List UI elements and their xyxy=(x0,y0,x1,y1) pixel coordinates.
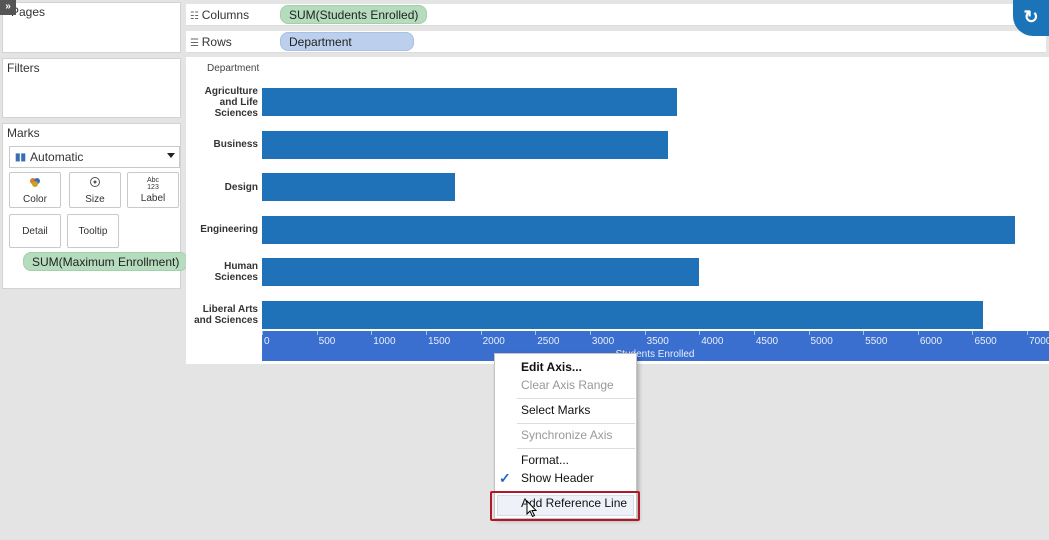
mouse-cursor-icon xyxy=(526,500,538,518)
filters-shelf[interactable]: Filters xyxy=(2,58,181,118)
row-header: Department xyxy=(207,63,260,74)
x-tick-mark xyxy=(644,331,646,335)
row-label[interactable]: Business xyxy=(214,139,258,150)
x-tick-label: 1000 xyxy=(373,336,396,347)
label-button[interactable]: Abc 123 Label xyxy=(127,172,179,208)
x-tick-mark xyxy=(972,331,974,335)
x-tick-label: 6500 xyxy=(974,336,997,347)
collapse-sidebar-button[interactable]: » xyxy=(0,0,16,15)
row-label[interactable]: Design xyxy=(225,182,258,193)
x-tick-label: 6000 xyxy=(919,336,943,347)
rows-icon: ☰ xyxy=(190,38,202,49)
x-tick-mark xyxy=(371,331,373,335)
x-tick-mark xyxy=(917,331,919,335)
mark-type-value: Automatic xyxy=(30,150,84,164)
bar-chart-icon: ▮▮ xyxy=(15,151,27,163)
checkmark-icon: ✓ xyxy=(499,470,511,486)
columns-shelf[interactable]: ☷ Columns SUM(Students Enrolled) xyxy=(186,4,1046,26)
label-label: Label xyxy=(140,192,166,204)
menu-synchronize-axis[interactable]: Synchronize Axis xyxy=(521,428,612,442)
x-tick-mark xyxy=(480,331,482,335)
highlight-box xyxy=(490,491,640,521)
rows-label: ☰ Rows xyxy=(190,35,232,49)
menu-format[interactable]: Format... xyxy=(521,453,569,467)
bar[interactable] xyxy=(262,300,984,329)
row-label[interactable]: Human Sciences xyxy=(215,261,258,283)
pages-title: Pages xyxy=(11,5,46,19)
color-label: Color xyxy=(23,193,47,205)
x-tick-mark xyxy=(262,331,263,335)
x-tick-mark xyxy=(863,331,865,335)
bar[interactable] xyxy=(262,215,1016,244)
menu-select-marks[interactable]: Select Marks xyxy=(521,403,590,417)
filters-title: Filters xyxy=(7,61,40,75)
x-tick-label: 2000 xyxy=(482,336,505,347)
marks-title: Marks xyxy=(7,126,40,140)
detail-label: Detail xyxy=(22,225,48,237)
bar[interactable] xyxy=(262,88,678,117)
x-tick-mark xyxy=(589,331,591,335)
x-tick-mark xyxy=(753,331,755,335)
x-tick-label: 5500 xyxy=(865,336,888,347)
menu-clear-axis-range[interactable]: Clear Axis Range xyxy=(521,378,614,392)
columns-label-text: Columns xyxy=(201,8,250,22)
size-icon xyxy=(89,176,101,192)
x-tick-mark xyxy=(535,331,537,335)
x-tick-label: 2500 xyxy=(537,336,560,347)
rows-shelf[interactable]: ☰ Rows Department xyxy=(186,31,1046,53)
mark-type-dropdown[interactable]: ▮▮ Automatic xyxy=(9,146,180,168)
rows-label-text: Rows xyxy=(201,35,232,49)
x-tick-mark xyxy=(316,331,318,335)
pages-shelf[interactable]: Pages xyxy=(2,2,181,53)
x-tick-label: 0 xyxy=(264,336,270,347)
columns-icon: ☷ xyxy=(190,11,202,22)
row-label[interactable]: Engineering xyxy=(200,224,258,235)
maximum-enrollment-pill[interactable]: SUM(Maximum Enrollment) xyxy=(23,252,189,271)
size-button[interactable]: Size xyxy=(69,172,121,208)
x-axis[interactable]: Students Enrolled 0 500 1000 1500 2000 2500 30… xyxy=(262,331,1049,361)
menu-edit-axis[interactable]: Edit Axis... xyxy=(521,360,582,374)
label-icon: Abc 123 xyxy=(146,176,160,191)
color-button[interactable]: Color xyxy=(9,172,61,208)
bar[interactable] xyxy=(262,258,700,287)
columns-label: ☷ Columns xyxy=(190,8,249,22)
detail-button[interactable]: Detail xyxy=(9,214,61,248)
x-tick-label: 3500 xyxy=(646,336,669,347)
x-tick-label: 4500 xyxy=(755,336,779,347)
x-tick-mark xyxy=(1027,331,1029,335)
x-tick-label: 7000 xyxy=(1029,336,1049,347)
x-tick-mark xyxy=(699,331,701,335)
axis-context-menu: Edit Axis... Clear Axis Range Select Mar… xyxy=(490,353,640,521)
bar[interactable] xyxy=(262,173,456,202)
students-enrolled-pill[interactable]: SUM(Students Enrolled) xyxy=(280,5,428,24)
x-tick-label: 4000 xyxy=(701,336,724,347)
chevron-down-icon xyxy=(167,153,175,158)
color-icon xyxy=(29,176,41,192)
tooltip-label: Tooltip xyxy=(78,225,108,237)
refresh-icon[interactable]: ↻ xyxy=(1013,0,1049,36)
department-pill[interactable]: Department xyxy=(280,32,414,51)
row-label[interactable]: Liberal Arts and Sciences xyxy=(194,304,258,326)
x-tick-mark xyxy=(425,331,427,335)
x-tick-mark xyxy=(808,331,810,335)
x-tick-label: 500 xyxy=(318,336,336,347)
menu-show-header[interactable]: Show Header xyxy=(521,471,594,485)
size-label: Size xyxy=(85,193,105,205)
x-tick-label: 1500 xyxy=(427,336,451,347)
marks-card: Marks ▮▮ Automatic Color Size Abc 123 La… xyxy=(2,123,189,289)
menu-separator xyxy=(517,423,635,424)
x-tick-label: 3000 xyxy=(591,336,615,347)
tooltip-button[interactable]: Tooltip xyxy=(67,214,119,248)
menu-separator xyxy=(517,398,635,399)
row-label[interactable]: Agriculture and Life Sciences xyxy=(205,86,258,119)
x-tick-label: 5000 xyxy=(810,336,833,347)
bar[interactable] xyxy=(262,130,668,159)
chart-view: Department Agriculture and Life Sciences Bu… xyxy=(186,57,1049,364)
menu-separator xyxy=(517,448,635,449)
